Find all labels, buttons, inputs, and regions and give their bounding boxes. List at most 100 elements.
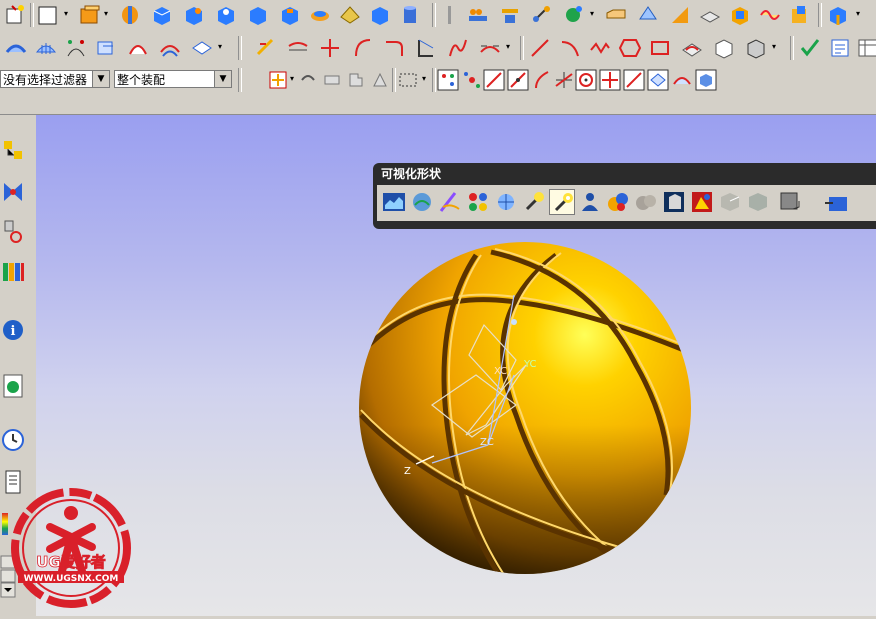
shell-icon[interactable] — [636, 3, 660, 27]
check-geometry-icon[interactable] — [798, 36, 822, 60]
bridge-curve-icon[interactable] — [478, 36, 502, 60]
point-on-curve-icon[interactable] — [622, 68, 646, 92]
print-capture-icon[interactable] — [777, 189, 803, 215]
art-appearance-icon[interactable] — [605, 189, 631, 215]
curve-on-surface-icon[interactable] — [680, 36, 704, 60]
assembly-navigator-icon[interactable] — [0, 137, 26, 167]
pad-icon[interactable] — [308, 3, 332, 27]
surface-through-curves-icon[interactable] — [4, 36, 28, 60]
mirror-icon[interactable] — [498, 3, 522, 27]
high-quality-image-icon[interactable] — [661, 189, 687, 215]
arc-icon[interactable] — [382, 36, 406, 60]
constraint-navigator-icon[interactable] — [0, 177, 26, 207]
patch-icon[interactable] — [788, 3, 812, 27]
dropdown-arrow-icon[interactable]: ▾ — [856, 10, 864, 18]
boss-icon[interactable] — [246, 3, 270, 27]
select-features-icon[interactable] — [368, 68, 392, 92]
mid-point-icon[interactable] — [506, 68, 530, 92]
dropdown-arrow-icon[interactable]: ▾ — [422, 75, 430, 83]
spline-icon[interactable] — [446, 36, 470, 60]
photo-realistic-icon[interactable] — [717, 189, 743, 215]
cylinder-icon[interactable] — [398, 3, 422, 27]
type-filter-select[interactable]: 没有选择过滤器 ▼ — [0, 70, 110, 88]
materials-textures-icon[interactable] — [465, 189, 491, 215]
dropdown-arrow-icon[interactable]: ▾ — [590, 10, 598, 18]
trim-body-icon[interactable] — [530, 3, 554, 27]
draft-icon[interactable] — [668, 3, 692, 27]
lights-selected-icon[interactable] — [549, 189, 575, 215]
selection-scope-select[interactable]: 整个装配 ▼ — [114, 70, 232, 88]
chamfer-icon[interactable] — [604, 3, 628, 27]
sew-icon[interactable] — [758, 3, 782, 27]
cylinder-block-icon[interactable] — [182, 3, 206, 27]
arc-center-icon[interactable] — [574, 68, 598, 92]
line-icon[interactable] — [528, 36, 552, 60]
corner-icon[interactable] — [414, 36, 438, 60]
reuse-library-icon[interactable] — [0, 257, 26, 287]
dropdown-arrow-icon[interactable]: ▾ — [104, 10, 112, 18]
dropdown-arrow-icon[interactable]: ▾ — [64, 10, 72, 18]
block-icon[interactable] — [150, 3, 174, 27]
dropdown-arrow-icon[interactable]: ▾ — [506, 43, 514, 51]
chevron-down-icon[interactable]: ▼ — [214, 71, 231, 87]
pattern-feature-icon[interactable] — [466, 3, 490, 27]
unite-icon[interactable] — [562, 3, 586, 27]
extrude-icon[interactable] — [78, 3, 102, 27]
offset-face-icon[interactable] — [698, 3, 722, 27]
table-icon[interactable] — [856, 36, 876, 60]
solid-body-icon[interactable] — [826, 3, 850, 27]
web-browser-icon[interactable] — [0, 371, 26, 401]
background-icon[interactable] — [409, 189, 435, 215]
thicken-icon[interactable] — [728, 3, 752, 27]
end-point-icon[interactable] — [482, 68, 506, 92]
view-cube-icon[interactable] — [694, 68, 718, 92]
intersection-point-icon[interactable] — [552, 68, 576, 92]
section-surface-icon[interactable] — [126, 36, 150, 60]
point-constructor-icon[interactable] — [670, 68, 694, 92]
dropdown-arrow-icon[interactable]: ▾ — [772, 43, 780, 51]
visualize-shape-toolbar[interactable]: 可视化形状 — [373, 163, 876, 229]
quick-pick-icon[interactable] — [344, 68, 368, 92]
edge-blend-icon[interactable] — [368, 3, 392, 27]
render-studio-icon[interactable] — [381, 189, 407, 215]
hole-icon[interactable] — [214, 3, 238, 27]
select-all-icon[interactable] — [266, 68, 290, 92]
emboss-icon[interactable] — [338, 3, 362, 27]
export-image-icon[interactable] — [823, 189, 849, 215]
snap-point-icon[interactable] — [460, 68, 484, 92]
pocket-icon[interactable] — [278, 3, 302, 27]
user-defined-icon[interactable] — [577, 189, 603, 215]
offset-curve-icon[interactable] — [254, 36, 278, 60]
swept-icon[interactable] — [94, 36, 118, 60]
extract-curve-icon[interactable] — [744, 36, 768, 60]
wrap-curve-icon[interactable] — [712, 36, 736, 60]
material-preview-icon[interactable] — [745, 189, 771, 215]
lights-icon[interactable] — [521, 189, 547, 215]
history-clock-icon[interactable] — [0, 425, 26, 455]
control-point-icon[interactable] — [530, 68, 554, 92]
rectangle-select-icon[interactable] — [396, 68, 420, 92]
sketch-icon[interactable] — [4, 3, 28, 27]
revolve-icon[interactable] — [118, 3, 142, 27]
dropdown-arrow-icon[interactable]: ▾ — [218, 43, 226, 51]
info-icon[interactable]: i — [0, 315, 26, 345]
rectangle-curve-icon[interactable] — [648, 36, 672, 60]
arc-circle-icon[interactable] — [558, 36, 582, 60]
trim-curve-icon[interactable] — [350, 36, 374, 60]
polygon-icon[interactable] — [618, 36, 642, 60]
studio-spline-icon[interactable] — [588, 36, 612, 60]
snap-toggle-icon[interactable] — [436, 68, 460, 92]
artistic-image-icon[interactable] — [689, 189, 715, 215]
deselect-icon[interactable] — [320, 68, 344, 92]
visual-effects-icon[interactable] — [437, 189, 463, 215]
surface-mesh-icon[interactable] — [34, 36, 58, 60]
part-navigator-icon[interactable] — [0, 217, 26, 247]
texture-space-icon[interactable] — [493, 189, 519, 215]
new-part-icon[interactable] — [36, 3, 60, 27]
bridge-surface-icon[interactable] — [158, 36, 182, 60]
point-on-surface-icon[interactable] — [646, 68, 670, 92]
chevron-down-icon[interactable]: ▼ — [92, 71, 109, 87]
shaded-faces-icon[interactable] — [633, 189, 659, 215]
information-window-icon[interactable] — [828, 36, 852, 60]
quadrant-point-icon[interactable] — [598, 68, 622, 92]
